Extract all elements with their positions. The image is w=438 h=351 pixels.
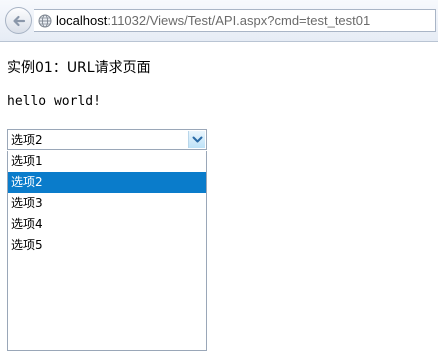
option-select[interactable]: 选项2 — [7, 129, 207, 150]
dropdown-option[interactable]: 选项1 — [8, 151, 206, 172]
dropdown-list: 选项1 选项2 选项3 选项4 选项5 — [7, 151, 207, 351]
url-host: localhost — [56, 13, 108, 28]
select-value: 选项2 — [11, 133, 43, 147]
page-title: 实例01：URL请求页面 — [7, 60, 151, 76]
dropdown-option[interactable]: 选项4 — [8, 214, 206, 235]
url-path: :11032/Views/Test/API.aspx?cmd=test_test… — [107, 13, 371, 28]
dropdown-option-highlighted[interactable]: 选项2 — [8, 172, 206, 193]
browser-toolbar: localhost:11032/Views/Test/API.aspx?cmd=… — [0, 0, 438, 42]
dropdown-option[interactable]: 选项5 — [8, 235, 206, 256]
globe-icon — [38, 14, 52, 27]
back-button[interactable] — [5, 7, 32, 34]
hello-message: hello world! — [7, 94, 101, 109]
chevron-down-icon — [192, 136, 202, 142]
dropdown-option[interactable]: 选项3 — [8, 193, 206, 214]
address-bar[interactable]: localhost:11032/Views/Test/API.aspx?cmd=… — [34, 9, 436, 32]
select-dropdown-button[interactable] — [188, 131, 205, 148]
back-arrow-icon — [12, 15, 25, 26]
